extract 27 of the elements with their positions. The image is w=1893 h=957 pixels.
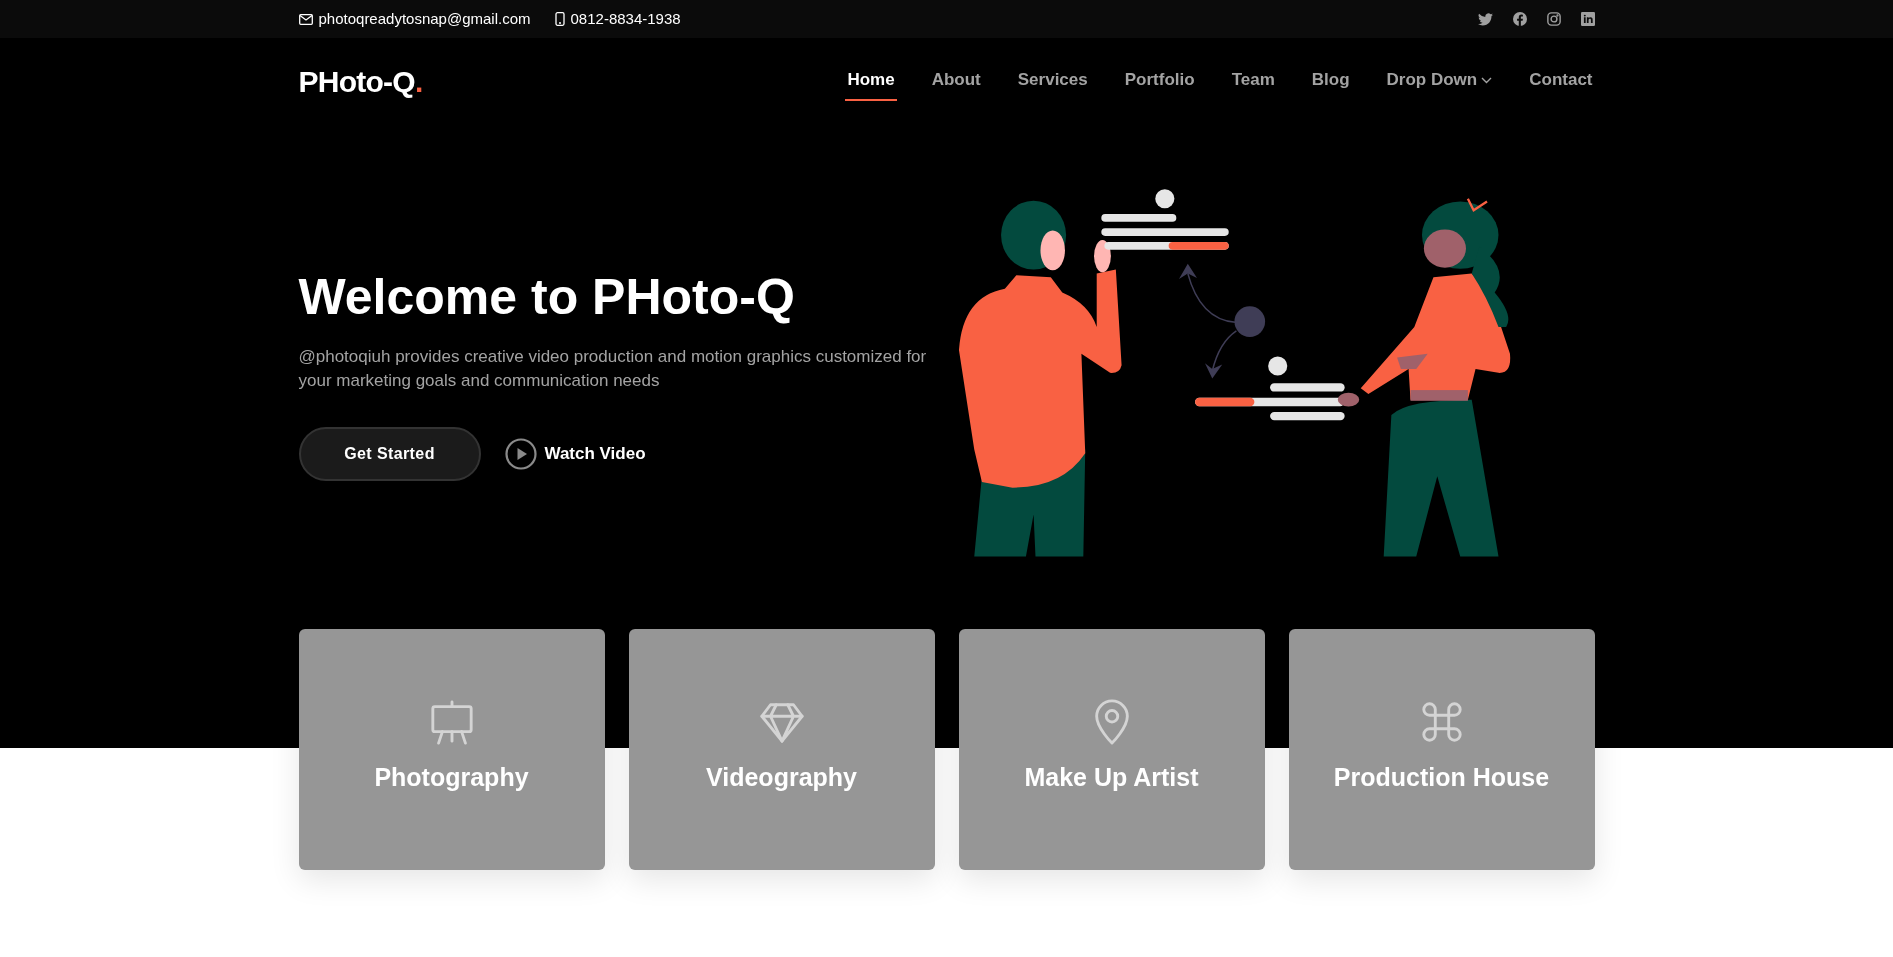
nav-link[interactable]: Home — [845, 61, 897, 101]
linkedin-icon[interactable] — [1580, 12, 1595, 26]
play-icon — [504, 437, 537, 470]
nav-link[interactable]: Team — [1229, 61, 1277, 101]
service-title: Make Up Artist — [1024, 762, 1199, 793]
get-started-button[interactable]: Get Started — [298, 426, 481, 481]
envelope-icon — [298, 13, 313, 25]
service-title: Production House — [1333, 762, 1550, 793]
nav-link[interactable]: Contact — [1527, 61, 1595, 101]
service-title: Photography — [374, 762, 529, 793]
email-address: photoqreadytosnap@gmail.com — [318, 8, 531, 29]
facebook-icon[interactable] — [1512, 12, 1527, 26]
service-title: Videography — [706, 762, 857, 793]
twitter-icon[interactable] — [1477, 12, 1493, 26]
watch-video-link[interactable]: Watch Video — [504, 437, 646, 470]
instagram-icon[interactable] — [1546, 12, 1561, 26]
easel-icon — [428, 699, 475, 745]
nav-link[interactable]: Services — [1015, 61, 1090, 101]
hero-description: @photoqiuh provides creative video production and motion graphics customized for your marketing goals and communication needs — [298, 345, 928, 392]
hero-title: Welcome to PHoto-Q — [298, 268, 796, 327]
phone-icon — [554, 12, 565, 26]
nav-link[interactable]: Portfolio — [1122, 61, 1197, 101]
logo[interactable]: PHoto-Q. — [298, 58, 423, 104]
nav-link[interactable]: Blog — [1309, 61, 1352, 101]
nav-link[interactable]: About — [929, 61, 983, 101]
phone-number: 0812-8834-1938 — [570, 8, 681, 29]
nav-link[interactable]: Drop Down — [1384, 61, 1495, 101]
